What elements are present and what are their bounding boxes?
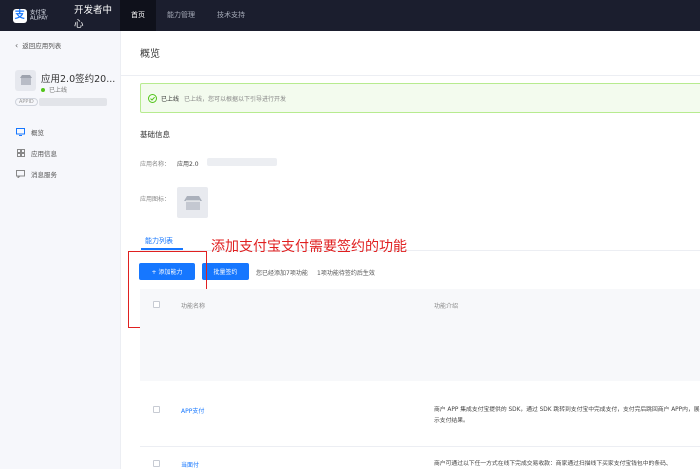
- sidebar-item-overview[interactable]: 概览: [0, 121, 120, 142]
- row-divider: [140, 446, 700, 447]
- logo-subtitle: 支付宝 ALIPAY: [29, 9, 48, 21]
- page-title: 概览: [140, 49, 160, 60]
- column-header-description: 功能介绍: [434, 303, 459, 310]
- select-all-checkbox[interactable]: [153, 301, 160, 308]
- brand-title: 开发者中心: [73, 4, 112, 30]
- app-thumbnail-icon: [15, 70, 36, 91]
- alert-status: 已上线: [161, 95, 180, 103]
- sidebar-menu: 概览 应用信息 消息服务: [0, 121, 120, 184]
- basic-info-title: 基础信息: [140, 130, 170, 139]
- appid-value-redacted: [39, 98, 107, 106]
- app-status-label: 已上线: [49, 87, 68, 94]
- added-count-hint: 您已经添加7项功能: [256, 270, 308, 277]
- sidebar: ‹ 返回应用列表 应用2.0签约20... 已上线 APPID 概览 应用信息: [0, 31, 121, 469]
- capability-description: 商户 APP 集成支付宝提供的 SDK，通过 SDK 跳转到支付宝中完成支付，支…: [434, 407, 700, 424]
- main-nav: 首页 能力管理 技术支持: [120, 0, 256, 31]
- tab-capability-list[interactable]: 能力列表: [145, 236, 173, 246]
- sidebar-item-label: 应用信息: [31, 149, 57, 158]
- status-dot-icon: [41, 87, 45, 92]
- main-content: 概览 已上线 已上线，您可以根据以下引导进行开发 基础信息 应用名称： 应用2.…: [121, 31, 700, 469]
- sidebar-item-message-service[interactable]: 消息服务: [0, 163, 120, 184]
- top-navigation-bar: 支 支付宝 ALIPAY 开发者中心 首页 能力管理 技术支持: [0, 0, 700, 31]
- app-summary-card: 应用2.0签约20... 已上线 APPID: [13, 70, 117, 110]
- capability-link-face-to-face-pay[interactable]: 当面付: [181, 460, 199, 469]
- alipay-logo-icon: 支: [13, 8, 27, 23]
- back-to-app-list-link[interactable]: ‹ 返回应用列表: [0, 31, 120, 59]
- appid-tag: APPID: [15, 98, 38, 106]
- row-checkbox[interactable]: [153, 406, 160, 413]
- status-alert: 已上线 已上线，您可以根据以下引导进行开发: [140, 83, 700, 113]
- nav-capability-management[interactable]: 能力管理: [156, 0, 206, 31]
- alert-message: 已上线，您可以根据以下引导进行开发: [184, 95, 287, 103]
- check-circle-icon: [148, 93, 157, 103]
- sidebar-item-label: 消息服务: [31, 170, 57, 179]
- app-name-value: 应用2.0: [177, 161, 199, 168]
- app-name-redacted: [207, 158, 277, 166]
- batch-sign-button[interactable]: 批量签约: [202, 263, 249, 280]
- table-header: 功能名称 功能介绍: [140, 289, 700, 381]
- pending-sign-hint: 1项功能待签约后生效: [317, 270, 375, 277]
- brand[interactable]: 支 支付宝 ALIPAY 开发者中心: [0, 0, 120, 31]
- app-status: 已上线: [41, 85, 67, 94]
- title-divider: [121, 75, 700, 76]
- back-link-label: 返回应用列表: [22, 42, 62, 50]
- app-name-label: 应用名称：: [140, 161, 171, 168]
- capability-description: 商户可通过以下任一方式在线下完成交易收款：商家通过扫描线下买家支付宝钱包中的条码…: [434, 461, 672, 467]
- nav-tech-support[interactable]: 技术支持: [206, 0, 256, 31]
- monitor-icon: [16, 127, 25, 136]
- column-header-name: 功能名称: [181, 303, 206, 310]
- chevron-left-icon: ‹: [15, 40, 19, 50]
- app-icon-label: 应用图标：: [140, 196, 171, 203]
- row-checkbox[interactable]: [153, 460, 160, 467]
- sidebar-item-label: 概览: [31, 128, 44, 137]
- message-icon: [16, 169, 25, 178]
- sidebar-item-app-info[interactable]: 应用信息: [0, 142, 120, 163]
- capability-link-app-pay[interactable]: APP支付: [181, 406, 204, 415]
- app-name: 应用2.0签约20...: [41, 74, 116, 85]
- red-annotation-text: 添加支付宝支付需要签约的功能: [211, 239, 407, 255]
- app-store-icon: [177, 187, 208, 218]
- grid-icon: [16, 148, 25, 157]
- nav-home[interactable]: 首页: [120, 0, 156, 31]
